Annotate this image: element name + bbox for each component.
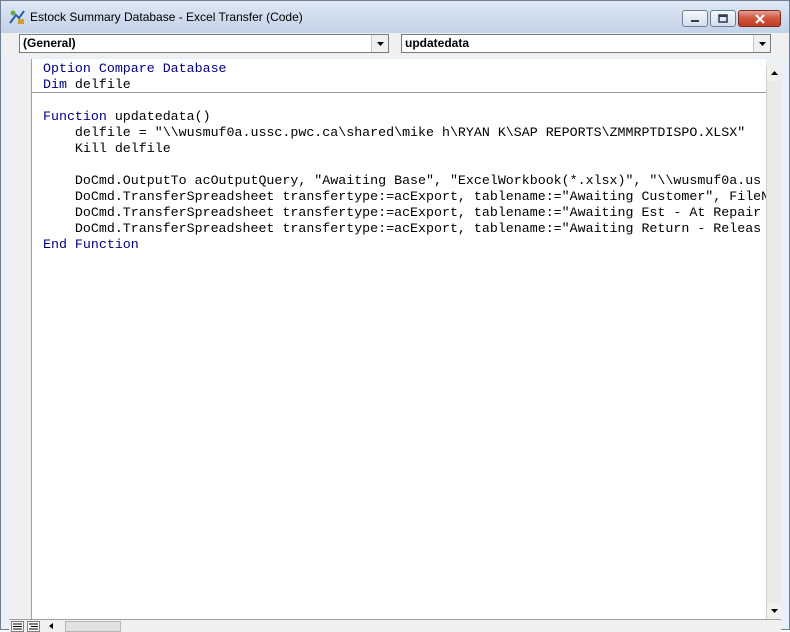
code-keyword: Function <box>43 109 107 124</box>
procedure-combo[interactable]: updatedata <box>401 34 771 53</box>
code-line[interactable] <box>43 93 766 109</box>
horizontal-scroll-thumb[interactable] <box>65 621 121 632</box>
code-keyword: Dim <box>43 77 67 92</box>
code-line[interactable]: DoCmd.TransferSpreadsheet transfertype:=… <box>43 189 766 205</box>
procedure-view-button[interactable] <box>11 621 24 632</box>
code-keyword: End Function <box>43 237 139 252</box>
code-token: DoCmd.TransferSpreadsheet transfertype:=… <box>43 189 766 204</box>
caption-buttons <box>682 10 781 27</box>
code-line[interactable]: DoCmd.OutputTo acOutputQuery, "Awaiting … <box>43 173 766 189</box>
code-keyword: Option Compare Database <box>43 61 227 76</box>
arrow-up-icon <box>770 71 778 75</box>
code-token: delfile <box>66 77 131 92</box>
window-title: Estock Summary Database - Excel Transfer… <box>30 10 303 24</box>
object-combo[interactable]: (General) <box>19 34 389 53</box>
code-line[interactable]: DoCmd.TransferSpreadsheet transfertype:=… <box>43 205 766 221</box>
restore-icon <box>711 11 735 26</box>
code-token: updatedata() <box>106 109 211 124</box>
code-line[interactable]: delfile = "\\wusmuf0a.ussc.pwc.ca\shared… <box>43 125 766 141</box>
procedure-combo-value: updatedata <box>405 36 470 50</box>
scroll-left-button[interactable] <box>45 620 57 632</box>
code-token: DoCmd.TransferSpreadsheet transfertype:=… <box>43 205 762 220</box>
code-line[interactable]: Dim delfile <box>43 77 766 93</box>
chevron-down-icon <box>376 41 384 46</box>
vba-code-window: Estock Summary Database - Excel Transfer… <box>0 0 790 632</box>
code-token: DoCmd.TransferSpreadsheet transfertype:=… <box>43 221 762 236</box>
code-token: Kill delfile <box>43 141 171 156</box>
code-text[interactable]: Option Compare Database Dim delfile Funct… <box>43 61 766 253</box>
close-icon <box>739 11 780 26</box>
vertical-scrollbar[interactable] <box>766 65 781 619</box>
code-line[interactable]: End Function <box>43 237 766 253</box>
code-line[interactable]: Function updatedata() <box>43 109 766 125</box>
code-frame: Option Compare Database Dim delfile Funct… <box>9 59 781 632</box>
minimize-button[interactable] <box>682 10 708 27</box>
object-combo-dropdown[interactable] <box>371 35 388 52</box>
restore-button[interactable] <box>710 10 736 27</box>
code-line[interactable]: Option Compare Database <box>43 61 766 77</box>
title-bar[interactable]: Estock Summary Database - Excel Transfer… <box>1 1 789 33</box>
code-line[interactable]: DoCmd.TransferSpreadsheet transfertype:=… <box>43 221 766 237</box>
procedure-separator <box>32 92 766 93</box>
code-line[interactable]: Kill delfile <box>43 141 766 157</box>
scroll-down-button[interactable] <box>767 603 781 619</box>
margin-indicator-bar[interactable] <box>9 59 32 619</box>
bottom-bar <box>9 619 781 632</box>
code-token: delfile = "\\wusmuf0a.ussc.pwc.ca\shared… <box>43 125 746 140</box>
code-editor[interactable]: Option Compare Database Dim delfile Funct… <box>32 59 766 619</box>
full-module-view-icon <box>29 623 38 630</box>
procedure-combo-dropdown[interactable] <box>753 35 770 52</box>
minimize-icon <box>683 11 707 26</box>
code-line[interactable] <box>43 157 766 173</box>
code-token: DoCmd.OutputTo acOutputQuery, "Awaiting … <box>43 173 762 188</box>
arrow-left-icon <box>49 623 53 629</box>
vba-code-icon[interactable] <box>8 9 26 25</box>
close-button[interactable] <box>738 10 781 27</box>
full-module-view-button[interactable] <box>27 621 40 632</box>
procedure-bar: (General) updatedata <box>1 33 789 57</box>
arrow-down-icon <box>770 609 778 613</box>
procedure-view-icon <box>13 623 22 630</box>
scroll-up-button[interactable] <box>767 65 781 81</box>
chevron-down-icon <box>758 41 766 46</box>
object-combo-value: (General) <box>23 36 76 50</box>
